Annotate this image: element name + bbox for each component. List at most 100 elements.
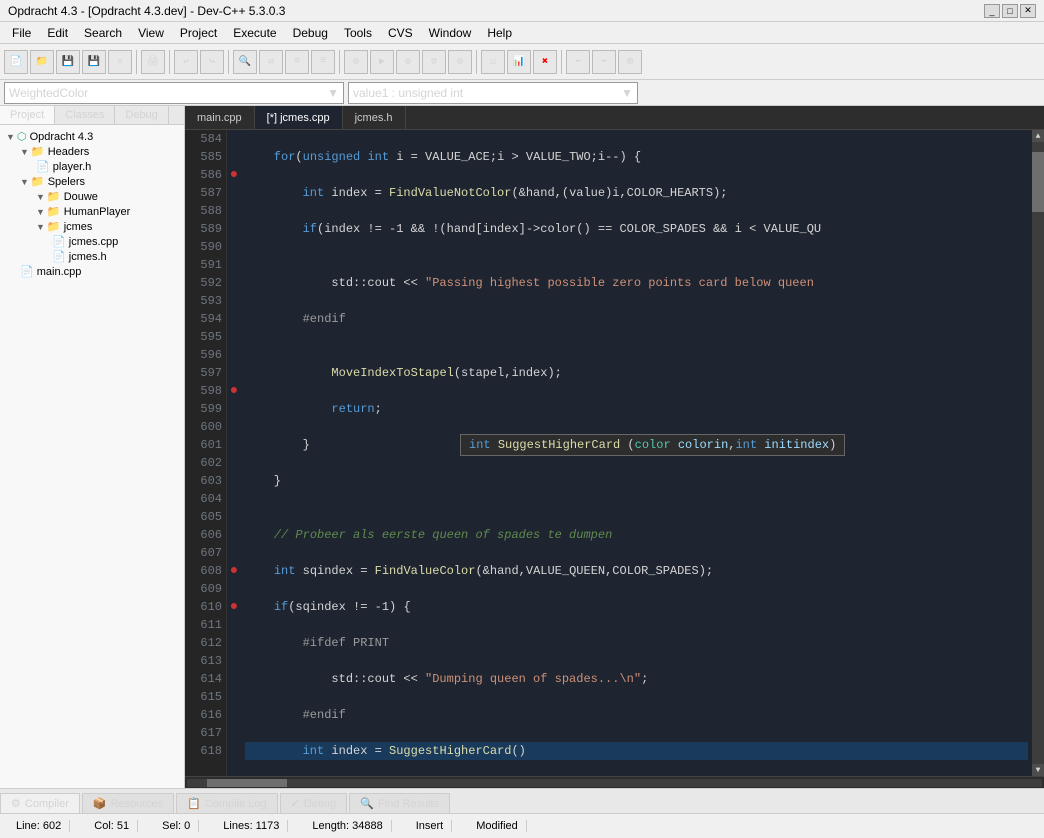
toolbar-sep-5 bbox=[476, 50, 477, 74]
tree-item-player-h[interactable]: 📄 player.h bbox=[4, 159, 180, 174]
status-mode: Insert bbox=[408, 820, 453, 832]
status-line: Line: 602 bbox=[8, 820, 70, 832]
dd1-arrow[interactable]: ▼ bbox=[327, 86, 339, 100]
menu-view[interactable]: View bbox=[130, 24, 172, 42]
tree-item-main-cpp[interactable]: 📄 main.cpp bbox=[4, 264, 180, 279]
folder-icon-spelers: 📁 bbox=[31, 175, 45, 188]
tab-resources[interactable]: 📦 Resources bbox=[82, 793, 174, 813]
expand-icon-douwe: ▼ bbox=[36, 192, 45, 202]
menu-execute[interactable]: Execute bbox=[225, 24, 284, 42]
tb-btn-11[interactable]: 📊 bbox=[507, 50, 531, 74]
tree-item-douwe[interactable]: ▼ 📁 Douwe bbox=[4, 189, 180, 204]
vertical-scrollbar[interactable]: ▲ ▼ bbox=[1032, 130, 1044, 776]
tab-jcmes-cpp[interactable]: [*] jcmes.cpp bbox=[255, 106, 343, 129]
find-button[interactable]: 🔍 bbox=[233, 50, 257, 74]
print-button[interactable]: 🖨 bbox=[141, 50, 165, 74]
close-button2[interactable]: ✕ bbox=[108, 50, 132, 74]
main-cpp-label: main.cpp bbox=[37, 266, 82, 278]
tab-compile-log[interactable]: 📋 Compile Log bbox=[176, 793, 277, 813]
tab-compiler[interactable]: ⚙ Compiler bbox=[0, 793, 80, 813]
maximize-button[interactable]: □ bbox=[1002, 4, 1018, 18]
title-bar: Opdracht 4.3 - [Opdracht 4.3.dev] - Dev-… bbox=[0, 0, 1044, 22]
menu-search[interactable]: Search bbox=[76, 24, 130, 42]
menu-edit[interactable]: Edit bbox=[39, 24, 76, 42]
replace-button[interactable]: ⇄ bbox=[259, 50, 283, 74]
editor-area: main.cpp [*] jcmes.cpp jcmes.h 584 585 5… bbox=[185, 106, 1044, 788]
status-bar: Line: 602 Col: 51 Sel: 0 Lines: 1173 Len… bbox=[0, 813, 1044, 838]
tb-btn-12[interactable]: ⬅ bbox=[566, 50, 590, 74]
main-area: Project Classes Debug ▼ ⬡ Opdracht 4.3 ▼… bbox=[0, 106, 1044, 788]
status-length: Length: 34888 bbox=[304, 820, 391, 832]
redo-button[interactable]: ↪ bbox=[200, 50, 224, 74]
close-button[interactable]: ✕ bbox=[1020, 4, 1036, 18]
menu-tools[interactable]: Tools bbox=[336, 24, 380, 42]
expand-icon-jcmes: ▼ bbox=[36, 222, 45, 232]
tree-item-jcmes-h[interactable]: 📄 jcmes.h bbox=[4, 249, 180, 264]
open-button[interactable]: 📁 bbox=[30, 50, 54, 74]
tb-btn-13[interactable]: ➡ bbox=[592, 50, 616, 74]
scroll-thumb[interactable] bbox=[1032, 152, 1044, 212]
jcmes-cpp-label: jcmes.cpp bbox=[69, 236, 119, 248]
run-button[interactable]: ▶ bbox=[370, 50, 394, 74]
new-button[interactable]: 📄 bbox=[4, 50, 28, 74]
tab-debug-bottom[interactable]: ✔ Debug bbox=[280, 793, 348, 813]
file-icon-player-h: 📄 bbox=[36, 160, 50, 173]
window-controls[interactable]: _ □ ✕ bbox=[984, 4, 1036, 18]
tab-classes[interactable]: Classes bbox=[55, 106, 115, 124]
project-label: Opdracht 4.3 bbox=[30, 131, 94, 143]
tree-item-headers[interactable]: ▼ 📁 Headers bbox=[4, 144, 180, 159]
tab-debug[interactable]: Debug bbox=[115, 106, 168, 124]
scroll-track[interactable] bbox=[1032, 142, 1044, 764]
status-sel: Sel: 0 bbox=[154, 820, 199, 832]
breakpoint-markers: · · ● · · · · · · · · · · · ● · · · · · bbox=[227, 130, 241, 776]
tab-main-cpp[interactable]: main.cpp bbox=[185, 106, 255, 129]
scroll-down-button[interactable]: ▼ bbox=[1032, 764, 1044, 776]
compile-button[interactable]: ⚙ bbox=[344, 50, 368, 74]
minimize-button[interactable]: _ bbox=[984, 4, 1000, 18]
h-scroll-track[interactable] bbox=[187, 779, 1042, 787]
tb-btn-6[interactable]: ≡ bbox=[311, 50, 335, 74]
tab-jcmes-h[interactable]: jcmes.h bbox=[343, 106, 406, 129]
tb-btn-7[interactable]: ⚙ bbox=[396, 50, 420, 74]
left-panel: Project Classes Debug ▼ ⬡ Opdracht 4.3 ▼… bbox=[0, 106, 185, 788]
method-dropdown[interactable]: value1 : unsigned int ▼ bbox=[348, 82, 638, 104]
menu-project[interactable]: Project bbox=[172, 24, 225, 42]
folder-icon-headers: 📁 bbox=[31, 145, 45, 158]
save-button[interactable]: 💾 bbox=[56, 50, 80, 74]
tb-btn-10[interactable]: ☑ bbox=[481, 50, 505, 74]
menu-bar: File Edit Search View Project Execute De… bbox=[0, 22, 1044, 44]
tree-item-jcmes-cpp[interactable]: 📄 jcmes.cpp bbox=[4, 234, 180, 249]
undo-button[interactable]: ↩ bbox=[174, 50, 198, 74]
menu-cvs[interactable]: CVS bbox=[380, 24, 421, 42]
dd2-arrow[interactable]: ▼ bbox=[621, 86, 633, 100]
h-scroll-thumb[interactable] bbox=[207, 779, 287, 787]
horizontal-scrollbar[interactable] bbox=[185, 776, 1044, 788]
tree-item-humanplayer[interactable]: ▼ 📁 HumanPlayer bbox=[4, 204, 180, 219]
code-editor[interactable]: 584 585 586 587 588 589 590 591 592 593 … bbox=[185, 130, 1044, 776]
class-dropdown[interactable]: WeightedColor ▼ bbox=[4, 82, 344, 104]
dropdown-bar: WeightedColor ▼ value1 : unsigned int ▼ bbox=[0, 80, 1044, 106]
save-all-button[interactable]: 💾 bbox=[82, 50, 106, 74]
tree-item-jcmes-folder[interactable]: ▼ 📁 jcmes bbox=[4, 219, 180, 234]
stop-button[interactable]: ✖ bbox=[533, 50, 557, 74]
menu-debug[interactable]: Debug bbox=[285, 24, 336, 42]
folder-icon-douwe: 📁 bbox=[47, 190, 61, 203]
tree-item-project[interactable]: ▼ ⬡ Opdracht 4.3 bbox=[4, 129, 180, 144]
expand-icon-spelers: ▼ bbox=[20, 177, 29, 187]
toolbar-sep-3 bbox=[228, 50, 229, 74]
tb-btn-9[interactable]: ⚙ bbox=[448, 50, 472, 74]
tab-find-results[interactable]: 🔍 Find Results bbox=[349, 793, 450, 813]
menu-window[interactable]: Window bbox=[421, 24, 480, 42]
tree-item-spelers[interactable]: ▼ 📁 Spelers bbox=[4, 174, 180, 189]
toolbar-sep-2 bbox=[169, 50, 170, 74]
tb-btn-14[interactable]: ⊞ bbox=[618, 50, 642, 74]
menu-help[interactable]: Help bbox=[479, 24, 520, 42]
scroll-up-button[interactable]: ▲ bbox=[1032, 130, 1044, 142]
file-icon-jcmes-cpp: 📄 bbox=[52, 235, 66, 248]
menu-file[interactable]: File bbox=[4, 24, 39, 42]
folder-icon-humanplayer: 📁 bbox=[47, 205, 61, 218]
tab-project[interactable]: Project bbox=[0, 106, 55, 124]
tb-btn-8[interactable]: ⚙ bbox=[422, 50, 446, 74]
app-title: Opdracht 4.3 - [Opdracht 4.3.dev] - Dev-… bbox=[8, 4, 984, 18]
tb-btn-5[interactable]: ≡ bbox=[285, 50, 309, 74]
